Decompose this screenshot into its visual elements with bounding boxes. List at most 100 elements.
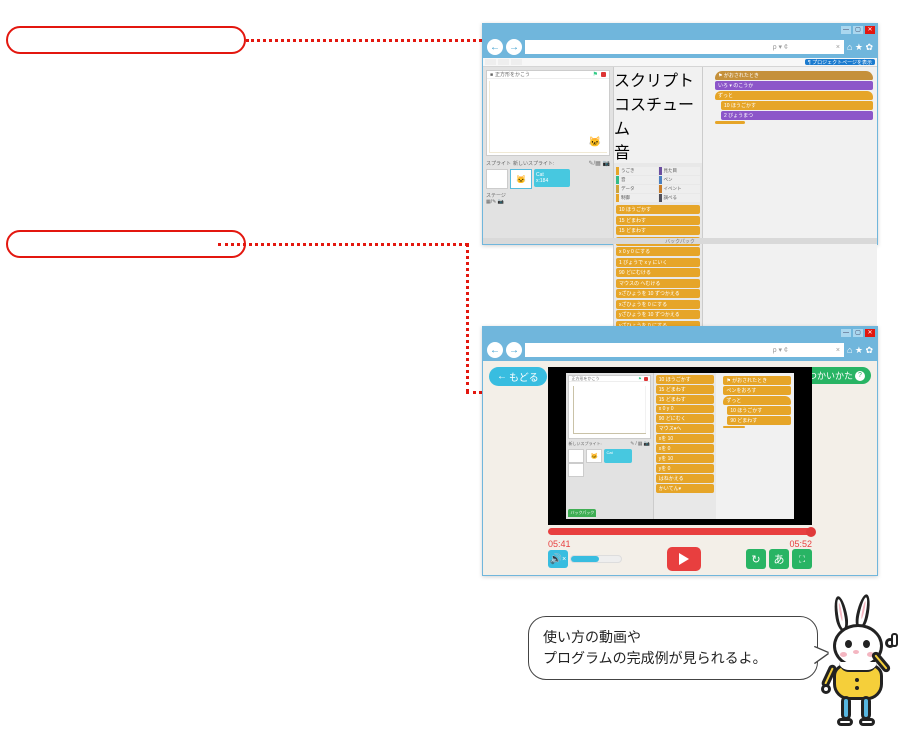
volume-slider[interactable] <box>570 555 622 563</box>
looks-block[interactable]: 2 びょうまつ <box>721 111 873 120</box>
event-block[interactable]: ⚑ がおされたとき <box>715 71 873 80</box>
block[interactable]: yざひょうを 10 ずつかえる <box>616 310 700 319</box>
subtitle-button[interactable]: あ <box>769 549 789 569</box>
block: xを 0 <box>656 444 715 453</box>
volume-control[interactable]: 🔊× <box>548 550 622 568</box>
url-bar[interactable]: ρ ▾ ¢ × <box>525 40 844 54</box>
category-list: うごき 見た目 音 ペン データ イベント 制御 調べる <box>616 167 700 202</box>
block[interactable]: 15 どまわす <box>616 216 700 225</box>
window-minimize-button[interactable]: — <box>841 329 851 337</box>
stop-button[interactable] <box>601 72 606 77</box>
control-end[interactable] <box>715 121 745 124</box>
scratch-editor: ¶ プロジェクトページを表示 ■正方形をかこう ⚑ 🐱 スプライト <box>483 58 877 244</box>
sprite-row: 🐱 Cat x:184 <box>486 167 610 191</box>
block[interactable]: 1 びょうで x y にいく <box>616 258 700 267</box>
url-bar[interactable]: ρ ▾ ¢ × <box>525 343 844 357</box>
block[interactable]: マウスの へむける <box>616 279 700 288</box>
video-progress-bar[interactable] <box>548 528 812 535</box>
cat-data[interactable]: データ <box>616 185 658 193</box>
replay-button[interactable]: ↻ <box>746 549 766 569</box>
cat-motion[interactable]: うごき <box>616 167 658 175</box>
block[interactable]: 90 どにむける <box>616 268 700 277</box>
video-new-sprite: 新しいスプライト:✎/▦📷 <box>568 441 650 447</box>
motion-block[interactable]: 10 ほうごかす <box>721 101 873 110</box>
rabbit-cheek <box>840 652 847 657</box>
sprite-panel: スプライト 新しいスプライト: ✎/▦ 📷 🐱 Cat x:184 ステージ ▦… <box>486 160 610 212</box>
block[interactable]: 10 ほうごかす <box>616 205 700 214</box>
block[interactable]: x 0 y 0 にする <box>616 247 700 256</box>
video-script-stack: ⚑ がおされたとき ペンをおろす ずっと 10 ほうごかす 90 どまわす <box>723 376 790 428</box>
menu-edit[interactable] <box>498 59 509 65</box>
speech-bubble: 使い方の動画や プログラムの完成例が見られるよ。 <box>528 616 818 680</box>
backpack-tray[interactable]: バックパック <box>483 238 877 244</box>
callout-pill-1 <box>6 26 246 54</box>
block[interactable]: 15 どまわす <box>616 226 700 235</box>
nav-forward-button[interactable]: → <box>506 39 522 55</box>
stage-thumbnail[interactable] <box>486 169 508 189</box>
menu-help[interactable] <box>511 59 522 65</box>
project-page-button[interactable]: ¶ プロジェクトページを表示 <box>805 59 875 65</box>
speaker-icon[interactable]: 🔊× <box>548 550 568 568</box>
play-button[interactable] <box>667 547 701 571</box>
arrow-left-icon: ← <box>497 371 507 382</box>
tab-costumes[interactable]: コスチューム <box>614 91 702 139</box>
block: かいてん▾ <box>656 484 715 493</box>
backdrops-icons[interactable]: ▦/✎ 📷 <box>486 199 610 205</box>
url-search-label: ρ ▾ ¢ <box>773 43 788 51</box>
right-buttons: ↻ あ ⛶ <box>746 549 812 569</box>
scratch-menubar: ¶ プロジェクトページを表示 <box>483 58 877 67</box>
sprite-thumbnail-cat[interactable]: 🐱 <box>510 169 532 189</box>
video-script-area: ⚑ がおされたとき ペンをおろす ずっと 10 ほうごかす 90 どまわす <box>716 373 793 518</box>
block[interactable]: xざひょうを 10 ずつかえる <box>616 289 700 298</box>
rabbit-nose <box>853 650 859 654</box>
stage-canvas[interactable]: 🐱 <box>489 81 607 153</box>
control-end <box>723 426 745 428</box>
rabbit-leg <box>841 696 851 720</box>
url-clear-icon[interactable]: × <box>836 44 840 51</box>
block: x 0 y 0 <box>656 405 715 413</box>
nav-back-button[interactable]: ← <box>487 39 503 55</box>
nav-back-button[interactable]: ← <box>487 342 503 358</box>
video-stage-col: 正方形をかこう ⚑ 新しいスプライト:✎/▦📷 🐱 Cat <box>566 373 652 518</box>
back-button[interactable]: ← もどる <box>489 367 547 386</box>
url-search-label: ρ ▾ ¢ <box>773 346 788 354</box>
video-frame[interactable]: 正方形をかこう ⚑ 新しいスプライト:✎/▦📷 🐱 Cat <box>548 367 812 525</box>
window-close-button[interactable]: ✕ <box>865 26 875 34</box>
fullscreen-button[interactable]: ⛶ <box>792 549 812 569</box>
url-clear-icon[interactable]: × <box>836 347 840 354</box>
script-stack[interactable]: ⚑ がおされたとき いろ ▾ のこうか ずっと 10 ほうごかす 2 びょうまつ <box>715 71 873 124</box>
cat-looks[interactable]: 見た目 <box>659 167 701 175</box>
cat-pen[interactable]: ペン <box>659 176 701 184</box>
browser-menu-icons[interactable]: ⌂ ★ ✿ <box>847 42 873 53</box>
cat-events[interactable]: イベント <box>659 185 701 193</box>
tab-sounds[interactable]: 音 <box>614 139 702 163</box>
new-sprite-icons[interactable]: ✎/▦ 📷 <box>588 160 610 167</box>
cat-sound[interactable]: 音 <box>616 176 658 184</box>
window-close-button[interactable]: ✕ <box>865 329 875 337</box>
menu-file[interactable] <box>485 59 496 65</box>
looks-block[interactable]: いろ ▾ のこうか <box>715 81 873 90</box>
window-minimize-button[interactable]: — <box>841 26 851 34</box>
connector-2-horiz <box>218 243 468 246</box>
how-to-use-button[interactable]: つかいかた ? <box>802 367 871 384</box>
block: xを 10 <box>656 434 715 443</box>
cat-sprite-icon[interactable]: 🐱 <box>589 137 601 148</box>
browser-menu-icons[interactable]: ⌂ ★ ✿ <box>847 345 873 356</box>
green-flag-button[interactable]: ⚑ <box>593 71 598 78</box>
progress-knob[interactable] <box>806 527 816 537</box>
cat-sensing[interactable]: 調べる <box>659 194 701 202</box>
rabbit-eye <box>863 640 870 648</box>
window-maximize-button[interactable]: ▢ <box>853 329 863 337</box>
block[interactable]: xざひょうを 0 にする <box>616 300 700 309</box>
nav-forward-button[interactable]: → <box>506 342 522 358</box>
scratch-left-column: ■正方形をかこう ⚑ 🐱 スプライト 新しいスプライト: ✎/▦ 📷 <box>483 67 613 353</box>
script-area[interactable]: ⚑ がおされたとき いろ ▾ のこうか ずっと 10 ほうごかす 2 びょうまつ… <box>703 67 877 353</box>
tab-scripts[interactable]: スクリプト <box>614 67 702 91</box>
bubble-line-2: プログラムの完成例が見られるよ。 <box>543 648 803 669</box>
window-maximize-button[interactable]: ▢ <box>853 26 863 34</box>
cat-control[interactable]: 制御 <box>616 194 658 202</box>
selection-border <box>510 169 532 189</box>
block: はねかえる <box>656 474 715 483</box>
rabbit-foot <box>837 718 853 726</box>
control-block[interactable]: ずっと <box>715 91 873 100</box>
